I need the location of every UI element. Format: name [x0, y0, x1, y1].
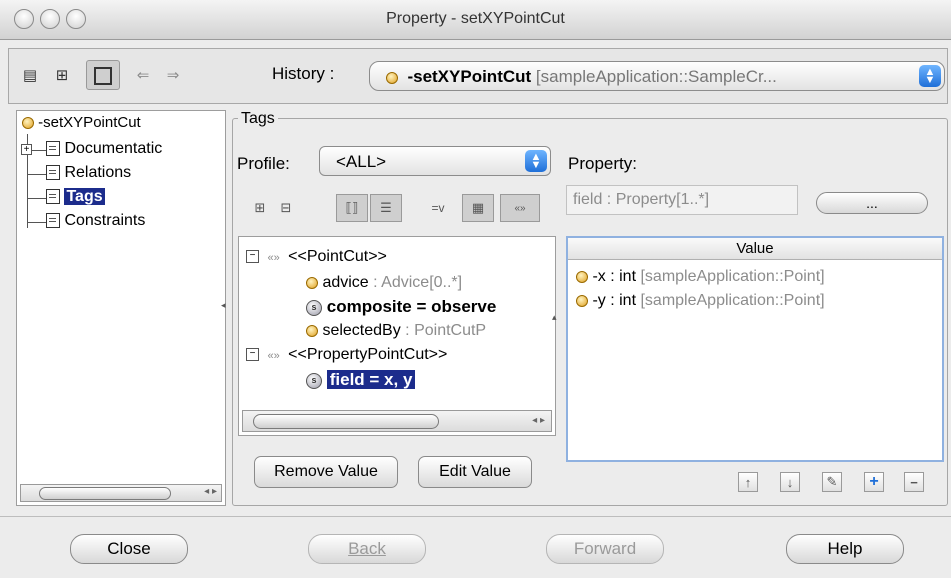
tag-horizontal-scrollbar[interactable]: ◂ ▸	[242, 410, 552, 432]
tag-row-advice[interactable]: advice : Advice[0..*]	[306, 274, 462, 292]
list-view-icon[interactable]: ▤	[20, 66, 40, 84]
window-title: Property - setXYPointCut	[386, 10, 565, 27]
expand-icon[interactable]: +	[21, 144, 32, 155]
forward-button[interactable]: Forward	[546, 534, 664, 564]
scroll-thumb[interactable]	[253, 414, 439, 429]
document-icon	[46, 189, 60, 205]
hierarchy-icon[interactable]: ☰	[370, 194, 402, 222]
property-label: Property:	[568, 154, 637, 173]
operation-icon	[22, 117, 34, 130]
splitter-handle[interactable]: ◂	[221, 300, 226, 311]
scroll-arrows-icon[interactable]: ◂ ▸	[204, 486, 217, 497]
tags-group-label: Tags	[238, 110, 278, 128]
collapse-icon[interactable]: −	[246, 348, 259, 362]
splitter-handle[interactable]: ▴	[552, 312, 557, 323]
window-toggle-button[interactable]	[86, 60, 120, 90]
document-icon	[46, 165, 60, 181]
property-field: field : Property[1..*]	[566, 185, 798, 215]
chevron-updown-icon: ▲ ▼	[525, 150, 547, 172]
tag-row-propertypointcut[interactable]: − «» <<PropertyPointCut>>	[246, 346, 447, 364]
tree-item-relations[interactable]: Relations	[46, 164, 131, 182]
add-icon[interactable]: +	[864, 472, 884, 492]
back-arrow-icon[interactable]: ⇐	[133, 66, 153, 84]
stereotype-icon: «»	[267, 252, 280, 264]
stereotype-icon: «»	[267, 350, 280, 362]
value-row-y[interactable]: -y : int [sampleApplication::Point]	[576, 292, 825, 310]
tree-item-constraints[interactable]: Constraints	[46, 212, 145, 230]
grid-icon[interactable]: ▦	[462, 194, 494, 222]
slot-icon: s	[306, 372, 322, 389]
scroll-arrows-icon[interactable]: ◂ ▸	[532, 415, 545, 426]
tree-item-documentation[interactable]: Documentatic	[46, 140, 162, 158]
show-inherited-icon[interactable]: ⟦⟧	[336, 194, 368, 222]
expand-all-icon[interactable]: ⊞	[250, 198, 270, 218]
browse-button[interactable]: ...	[816, 192, 928, 214]
collapse-icon[interactable]: −	[246, 250, 259, 264]
edit-pencil-icon[interactable]: ✎	[822, 472, 842, 492]
move-down-icon[interactable]: ↓	[780, 472, 800, 492]
show-values-icon[interactable]: =v	[428, 198, 448, 218]
slot-icon: s	[306, 299, 322, 316]
attribute-icon	[576, 294, 588, 307]
history-owner: [sampleApplication::SampleCr...	[535, 67, 777, 86]
attribute-icon	[306, 276, 318, 289]
scroll-thumb[interactable]	[39, 487, 171, 500]
window-icon	[94, 67, 112, 85]
stereotype-icon[interactable]: «»	[500, 194, 540, 222]
tree-horizontal-scrollbar[interactable]: ◂ ▸	[20, 484, 222, 502]
tree-view-icon[interactable]: ⊞	[52, 66, 72, 84]
remove-icon[interactable]: −	[904, 472, 924, 492]
value-row-x[interactable]: -x : int [sampleApplication::Point]	[576, 268, 825, 286]
forward-arrow-icon[interactable]: ⇒	[163, 66, 183, 84]
remove-value-button[interactable]: Remove Value	[254, 456, 398, 488]
chevron-updown-icon: ▲ ▼	[919, 65, 941, 87]
edit-value-button[interactable]: Edit Value	[418, 456, 532, 488]
tree-item-tags[interactable]: Tags	[46, 188, 105, 206]
tag-row-composite[interactable]: s composite = observe	[306, 297, 552, 317]
document-icon	[46, 141, 60, 157]
history-label: History :	[272, 64, 335, 83]
move-up-icon[interactable]: ↑	[738, 472, 758, 492]
profile-select[interactable]: <ALL> ▲ ▼	[319, 146, 551, 176]
tag-row-selectedby[interactable]: selectedBy : PointCutP	[306, 322, 552, 340]
collapse-all-icon[interactable]: ⊟	[276, 198, 296, 218]
close-button[interactable]: Close	[70, 534, 188, 564]
tag-row-pointcut[interactable]: − «» <<PointCut>>	[246, 248, 387, 266]
history-value: -setXYPointCut	[407, 67, 532, 86]
value-column-header[interactable]: Value	[568, 238, 942, 260]
history-select[interactable]: -setXYPointCut [sampleApplication::Sampl…	[369, 61, 945, 91]
tag-row-field-selected[interactable]: s field = x, y	[306, 370, 416, 390]
back-button[interactable]: Back	[308, 534, 426, 564]
operation-icon	[386, 71, 398, 84]
attribute-icon	[576, 270, 588, 283]
tree-root[interactable]: -setXYPointCut	[22, 114, 141, 131]
profile-label: Profile:	[237, 154, 290, 173]
help-button[interactable]: Help	[786, 534, 904, 564]
footer-divider	[0, 516, 951, 517]
attribute-icon	[306, 324, 318, 337]
document-icon	[46, 213, 60, 229]
